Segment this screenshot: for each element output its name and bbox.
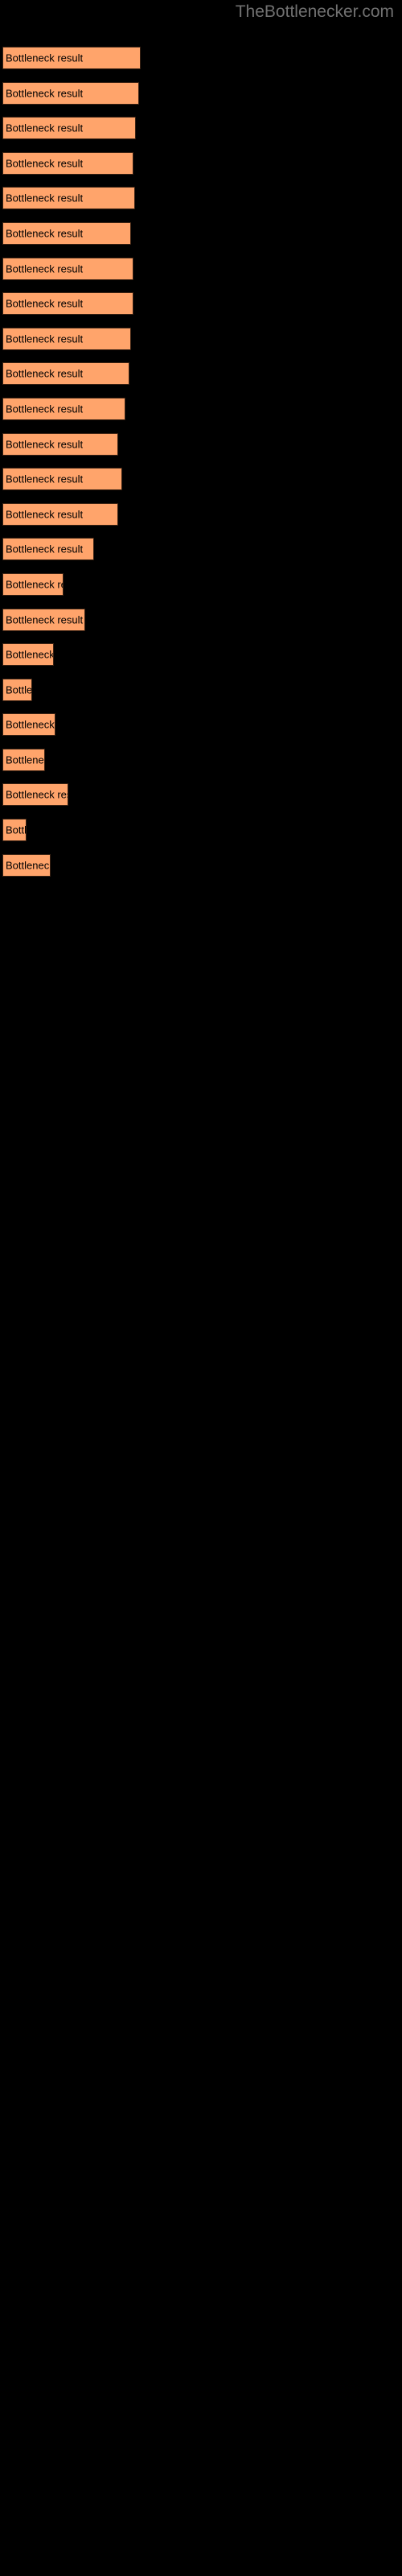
page-root: TheBottlenecker.com Bottleneck result Bot… [0, 0, 402, 2576]
bar-row: Bottleneck result [0, 187, 402, 222]
bar-label: Bottleneck result [6, 402, 84, 415]
bar-row: Bottleneck result [0, 643, 402, 679]
bottleneck-result-bar[interactable]: Bottleneck result [2, 713, 55, 737]
bar-row: Bottleneck result [0, 572, 402, 609]
bottleneck-result-bar[interactable]: Bottleneck result [2, 502, 118, 526]
bottleneck-result-bar[interactable]: Bottleneck result [2, 819, 27, 842]
bar-label: Bottleneck result [6, 332, 84, 345]
bar-label: Bottleneck result [6, 438, 84, 451]
bar-label: Bottleneck result [6, 683, 32, 696]
bar-row: Bottleneck result [0, 397, 402, 433]
bottleneck-result-bar[interactable]: Bottleneck result [2, 47, 141, 69]
bar-label: Bottleneck result [6, 824, 27, 836]
bar-label: Bottleneck result [6, 578, 63, 591]
bottleneck-result-bar[interactable]: Bottleneck result [2, 643, 54, 667]
bar-label: Bottleneck result [6, 859, 51, 872]
bar-label: Bottleneck result [6, 753, 44, 766]
bar-label: Bottleneck result [6, 367, 84, 380]
site-title: TheBottlenecker.com [235, 2, 394, 21]
bar-label: Bottleneck result [6, 613, 84, 625]
bar-row: Bottleneck result [0, 432, 402, 469]
bar-label: Bottleneck result [6, 543, 84, 555]
bar-row: Bottleneck result [0, 608, 402, 644]
bottleneck-result-bar[interactable]: Bottleneck result [2, 397, 125, 420]
bottleneck-result-bar[interactable]: Bottleneck result [2, 292, 133, 316]
bar-label: Bottleneck result [6, 262, 84, 275]
bar-label: Bottleneck result [6, 52, 84, 64]
bottleneck-result-bar[interactable]: Bottleneck result [2, 151, 133, 175]
bar-label: Bottleneck result [6, 718, 55, 731]
bottleneck-result-bar[interactable]: Bottleneck result [2, 432, 118, 456]
bar-row: Bottleneck result [0, 713, 402, 749]
bar-row: Bottleneck result [0, 257, 402, 293]
bar-label: Bottleneck result [6, 122, 84, 134]
bottleneck-result-bar[interactable]: Bottleneck result [2, 468, 122, 491]
bar-row: Bottleneck result [0, 678, 402, 714]
bar-row: Bottleneck result [0, 117, 402, 152]
bar-label: Bottleneck result [6, 648, 54, 661]
bar-row: Bottleneck result [0, 81, 402, 118]
bar-row: Bottleneck result [0, 221, 402, 258]
bar-label: Bottleneck result [6, 297, 84, 310]
bar-row: Bottleneck result [0, 819, 402, 854]
bar-row: Bottleneck result [0, 327, 402, 363]
bar-label: Bottleneck result [6, 508, 84, 521]
bottleneck-result-bar[interactable]: Bottleneck result [2, 81, 139, 105]
bar-row: Bottleneck result [0, 468, 402, 503]
bottleneck-result-bar[interactable]: Bottleneck result [2, 538, 94, 561]
bottleneck-result-bar[interactable]: Bottleneck result [2, 853, 51, 877]
bottleneck-result-bar[interactable]: Bottleneck result [2, 678, 32, 701]
bar-row: Bottleneck result [0, 783, 402, 819]
bottleneck-result-bar[interactable]: Bottleneck result [2, 117, 136, 140]
bar-label: Bottleneck result [6, 87, 84, 100]
bottleneck-result-bar[interactable]: Bottleneck result [2, 362, 129, 386]
bar-label: Bottleneck result [6, 192, 84, 204]
bar-label: Bottleneck result [6, 157, 84, 170]
bottleneck-result-bar[interactable]: Bottleneck result [2, 327, 131, 350]
bar-row: Bottleneck result [0, 362, 402, 398]
bar-label: Bottleneck result [6, 788, 68, 801]
bar-row: Bottleneck result [0, 151, 402, 188]
bottleneck-result-bar[interactable]: Bottleneck result [2, 572, 64, 596]
bar-row: Bottleneck result [0, 502, 402, 539]
bottleneck-result-bar[interactable]: Bottleneck result [2, 608, 85, 631]
bottleneck-result-bar[interactable]: Bottleneck result [2, 748, 45, 771]
bar-label: Bottleneck result [6, 473, 84, 485]
bottleneck-result-bar[interactable]: Bottleneck result [2, 187, 135, 210]
bottleneck-result-bar[interactable]: Bottleneck result [2, 257, 133, 280]
bottleneck-result-bar[interactable]: Bottleneck result [2, 221, 131, 245]
bottleneck-result-bar[interactable]: Bottleneck result [2, 783, 68, 807]
bar-label: Bottleneck result [6, 227, 84, 240]
bar-row: Bottleneck result [0, 748, 402, 784]
bar-row: Bottleneck result [0, 47, 402, 82]
bar-row: Bottleneck result [0, 853, 402, 890]
bar-row: Bottleneck result [0, 292, 402, 328]
bottleneck-bar-chart: Bottleneck result Bottleneck result Bottle… [0, 47, 402, 889]
bar-row: Bottleneck result [0, 538, 402, 573]
